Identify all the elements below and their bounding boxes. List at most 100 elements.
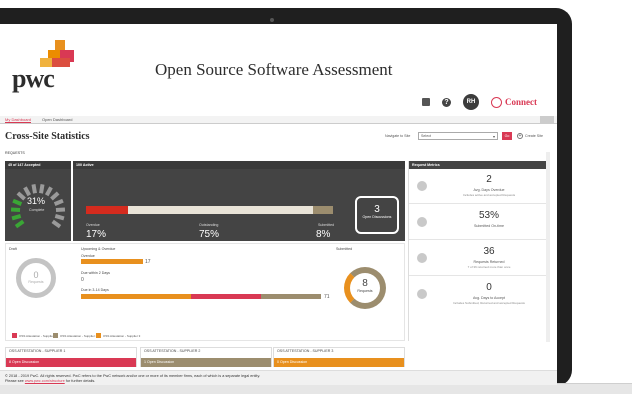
open-discussions-count: 3 [374,204,380,215]
due2-row-count: 0 [81,277,84,283]
supplier-card[interactable]: OSS ATTESTATION - SUPPLIER 3 0 Open Disc… [273,347,405,367]
avatar[interactable]: RH [463,94,479,110]
footer: © 2018 - 2019 PwC. All rights reserved. … [0,370,557,385]
metric-row: 0 Avg. Days to Accept Includes Submitted… [409,277,546,312]
accepted-panel: 45 of 147 Accepted 31% Complete [5,161,71,241]
request-metrics-panel: Request Metrics 2 Avg. Days Overdue Incl… [408,161,546,341]
create-site-button[interactable]: + Create Site [517,133,543,139]
legend-label: OSS Attestation - Supplier 2 [60,333,98,338]
gauge-tick [11,214,22,221]
overdue-label: Overdue [86,223,100,227]
site-select-value: Select [421,134,431,138]
app-screen: pwc Open Source Software Assessment ? RH… [0,24,557,385]
chat-icon[interactable] [422,98,430,106]
gauge-tick [31,184,37,194]
legend-swatch [96,333,101,338]
calendar-check-icon [417,289,427,299]
camera-dot [270,18,274,22]
site-select[interactable]: Select ▾ [418,132,498,140]
draft-count: 0 [33,270,39,280]
metric-row: 36 Requests Returned 7 of 36 returned mo… [409,241,546,276]
submitted-panel-label: Submitted [336,247,353,251]
due3-row-label: Due in 3-14 Days [81,288,109,292]
gauge-tick [16,191,26,201]
metric-value: 0 [486,282,492,293]
metric-row: 2 Avg. Days Overdue Includes active and … [409,169,546,204]
gauge-tick [51,219,62,229]
page-title: Cross-Site Statistics [5,131,90,142]
status-bar [86,206,333,214]
navigate-label: Navigate to Site [385,134,411,138]
supplier-title: OSS ATTESTATION - SUPPLIER 1 [9,349,66,353]
open-discussions-label: Open Discussions [362,215,392,219]
due3-row-bar-segment [261,294,321,299]
legend-swatch [53,333,58,338]
overdue-row-label: Overdue [81,254,95,258]
draft-sub: Requests [28,280,44,284]
connect-button[interactable]: Connect [491,96,537,108]
plus-icon: + [517,133,523,139]
supplier-status: 0 Open Discussion [274,358,404,367]
outstanding-label: Outstanding [199,223,219,227]
gauge-tick [39,184,45,194]
clock-icon [417,217,427,227]
supplier-title: OSS ATTESTATION - SUPPLIER 3 [277,349,334,353]
metric-label: Avg. Days to Accept [472,296,506,300]
legend-item: OSS Attestation - Supplier 2 [53,333,97,338]
supplier-card[interactable]: OSS ATTESTATION - SUPPLIER 2 1 Open Disc… [140,347,272,367]
overdue-row-count: 17 [145,259,151,265]
footer-line2: Please see www.pwc.com/structure for fur… [5,379,552,384]
draft-ring[interactable]: 0 Requests [16,258,56,298]
connect-label: Connect [505,97,537,107]
pwc-wordmark: pwc [12,64,55,93]
metric-label: Avg. Days Overdue [473,188,505,192]
upcoming-title: Upcoming & Overdue [81,247,116,251]
submitted-sub: Requests [357,289,373,293]
supplier-status: 1 Open Discussion [141,358,271,367]
metrics-header: Request Metrics [409,161,546,169]
metric-value: 36 [483,246,495,257]
accepted-percent: 31% [27,196,46,206]
submitted-value: 8% [316,229,331,240]
footer-prefix: Please see [5,379,25,383]
help-icon[interactable]: ? [442,97,451,107]
submitted-ring[interactable]: 8 Requests [344,267,386,309]
overdue-bar [86,206,128,214]
filter-icon[interactable] [540,116,554,124]
calendar-icon [417,181,427,191]
return-icon [417,253,427,263]
overdue-row-bar[interactable] [81,259,143,264]
gauge-tick [14,219,25,229]
metric-row: 53% Submitted On-time [409,205,546,240]
create-site-label: Create Site [525,134,543,138]
requests-breakdown-panel: Draft 0 Requests Upcoming & Overdue Over… [5,243,405,341]
outstanding-value: 75% [199,229,220,240]
due3-row-count: 71 [324,294,330,300]
scrollbar[interactable] [546,152,550,342]
accepted-header: 45 of 147 Accepted [5,161,71,169]
tab-open-dashboard[interactable]: Open Dashboard [42,117,72,122]
footer-suffix: for further details. [64,379,96,383]
metric-label: Submitted On-time [474,224,504,228]
accepted-sub: Complete [29,208,45,212]
metric-note: Includes Submitted, Returned and accepte… [453,301,525,305]
legend-label: OSS Attestation - Supplier 3 [103,333,141,338]
metric-value: 2 [486,174,492,185]
gauge-tick [54,214,65,221]
header-actions: ? RH Connect [422,94,537,110]
section-label: REQUESTS [5,151,25,155]
supplier-status: 8 Open Discussion [6,358,136,367]
due3-row-bar[interactable] [81,294,321,299]
supplier-card[interactable]: OSS ATTESTATION - SUPPLIER 1 8 Open Disc… [5,347,137,367]
tab-bar: My Dashboard Open Dashboard [0,116,557,124]
footer-link[interactable]: www.pwc.com/structure [25,379,65,383]
metric-label: Requests Returned [473,260,505,264]
go-button[interactable]: Go [502,132,512,140]
gauge-tick [12,198,23,206]
metric-value: 53% [478,210,499,221]
open-discussions-bubble[interactable]: 3 Open Discussions [355,196,399,234]
gauge-tick [55,207,66,212]
tab-my-dashboard[interactable]: My Dashboard [5,117,32,123]
metric-note: Includes active and accepted Requests [462,193,516,197]
gauge-tick [44,186,53,197]
